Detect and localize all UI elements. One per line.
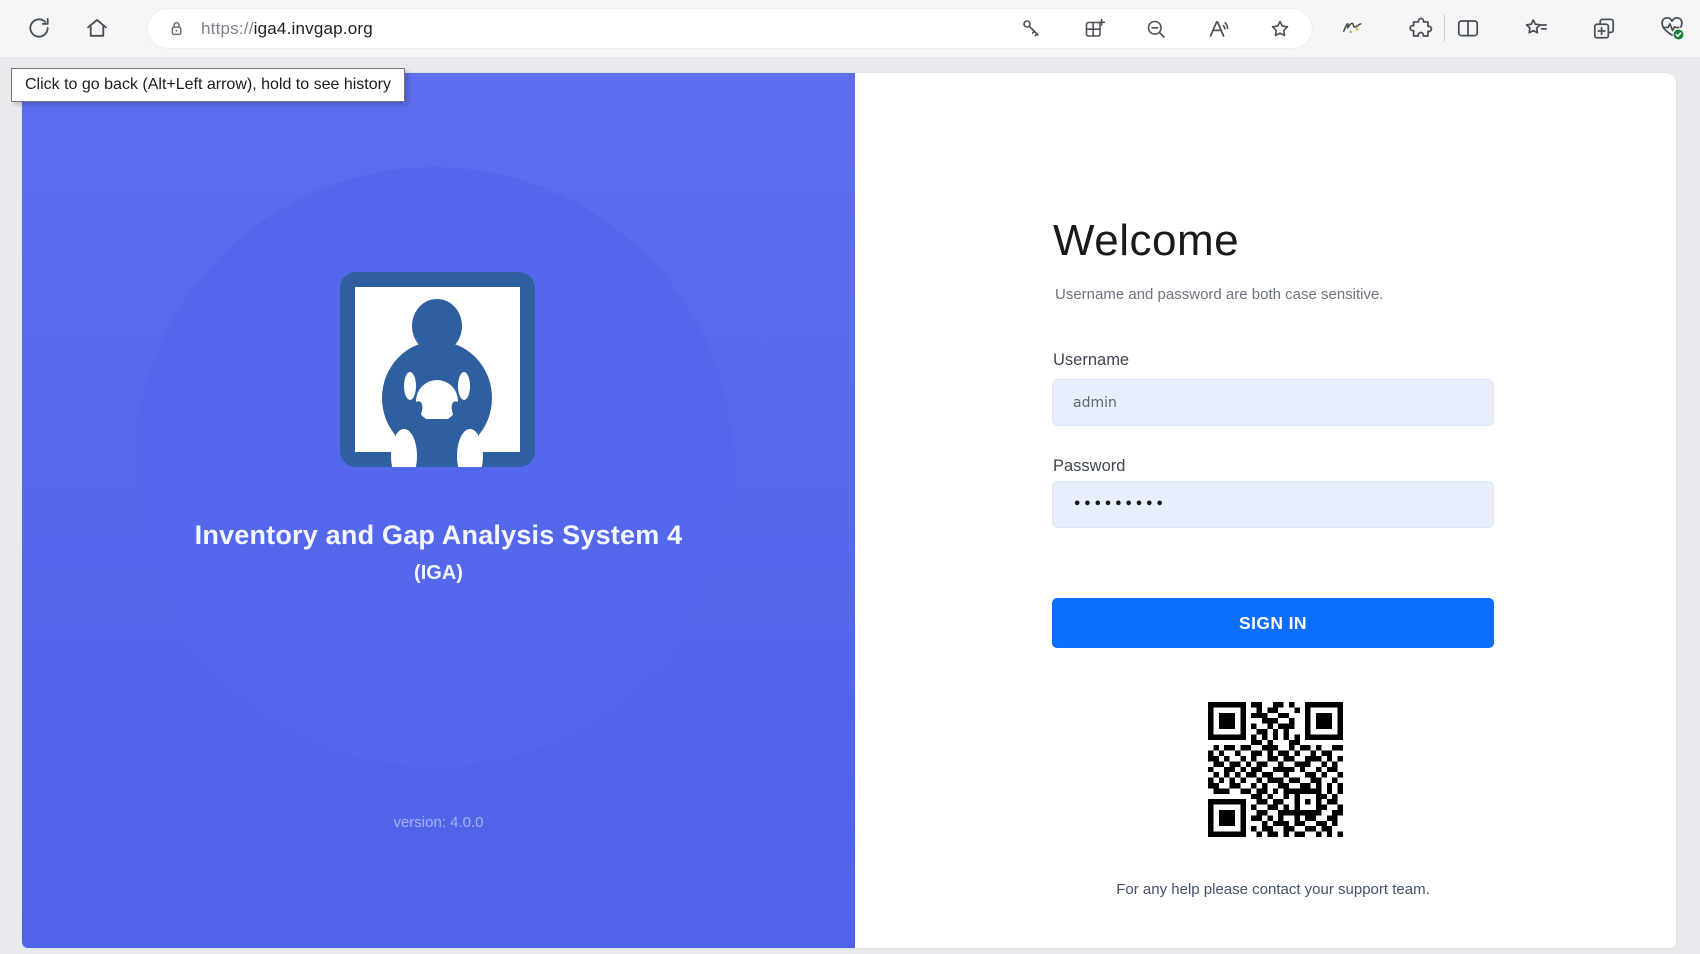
grid-plus-icon: [1082, 17, 1106, 41]
collections-button[interactable]: [1591, 15, 1617, 41]
qr-code: [1208, 702, 1343, 837]
lock-icon[interactable]: [166, 18, 187, 39]
address-bar[interactable]: https://iga4.invgap.org: [148, 9, 1312, 48]
url-host: iga4.invgap.org: [254, 19, 373, 38]
favorites-bar-icon: [1523, 15, 1549, 41]
browser-essentials-icon: [1659, 15, 1685, 41]
username-input[interactable]: [1052, 379, 1494, 426]
help-text: For any help please contact your support…: [1052, 881, 1494, 898]
extensions-button[interactable]: [1408, 15, 1434, 41]
page-content: Inventory and Gap Analysis System 4 (IGA…: [22, 73, 1676, 948]
brand-circle: [134, 167, 734, 767]
app-abbr: (IGA): [22, 562, 855, 585]
app-version: version: 4.0.0: [22, 814, 855, 831]
favorites-bar-button[interactable]: [1523, 15, 1549, 41]
extensions-puzzle-icon: [1408, 15, 1434, 41]
read-aloud-button[interactable]: [1206, 17, 1230, 41]
favorite-star-icon: [1268, 17, 1292, 41]
reload-button[interactable]: [22, 11, 56, 45]
url-text: https://iga4.invgap.org: [201, 19, 373, 39]
read-aloud-icon: [1206, 17, 1230, 41]
case-sensitive-note: Username and password are both case sens…: [1055, 286, 1384, 303]
password-input[interactable]: [1052, 481, 1494, 528]
split-screen-button[interactable]: [1455, 15, 1481, 41]
address-bar-actions: [1020, 17, 1292, 41]
brand-panel: Inventory and Gap Analysis System 4 (IGA…: [22, 73, 855, 948]
browser-toolbar: https://iga4.invgap.org: [0, 0, 1700, 57]
sign-in-button[interactable]: SIGN IN: [1052, 598, 1494, 648]
welcome-heading: Welcome: [1053, 216, 1239, 266]
saved-passwords-button[interactable]: [1020, 17, 1044, 41]
apps-grid-button[interactable]: [1082, 17, 1106, 41]
screen: { "browser": { "url": { "scheme": "https…: [0, 0, 1700, 954]
reload-icon: [26, 15, 52, 41]
browser-essentials-button[interactable]: [1659, 15, 1685, 41]
toolbar-divider: [1444, 15, 1445, 41]
key-icon: [1020, 17, 1044, 41]
toolbar-right-actions: [1340, 15, 1685, 41]
add-favorite-button[interactable]: [1268, 17, 1292, 41]
home-button[interactable]: [80, 11, 114, 45]
home-icon: [84, 15, 110, 41]
collections-icon: [1591, 15, 1617, 41]
extension-logo-icon: [1340, 15, 1366, 41]
zoom-out-icon: [1144, 17, 1168, 41]
zoom-out-button[interactable]: [1144, 17, 1168, 41]
custom-extension-button[interactable]: [1340, 15, 1366, 41]
password-label: Password: [1053, 457, 1125, 476]
app-logo: [340, 272, 535, 467]
split-screen-icon: [1455, 15, 1481, 41]
login-panel: Welcome Username and password are both c…: [855, 73, 1676, 948]
back-tooltip: Click to go back (Alt+Left arrow), hold …: [11, 68, 405, 102]
app-title: Inventory and Gap Analysis System 4: [22, 520, 855, 551]
username-label: Username: [1053, 351, 1129, 370]
url-scheme: https://: [201, 19, 254, 38]
